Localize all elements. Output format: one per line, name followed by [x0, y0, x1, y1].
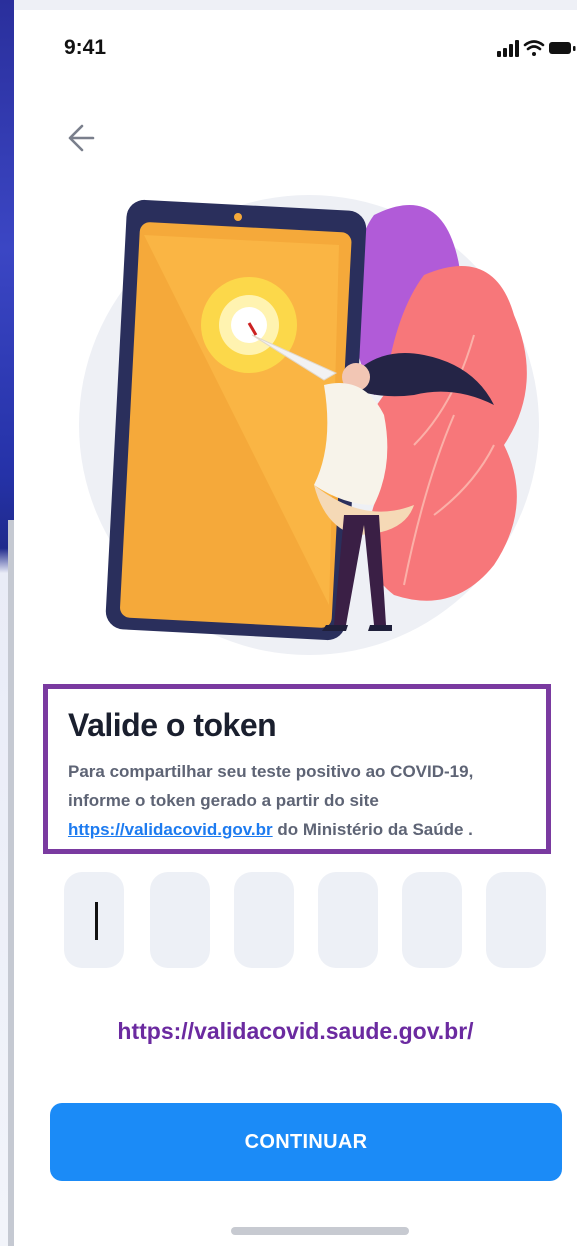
token-input-1[interactable] — [64, 872, 124, 968]
token-input-row — [64, 872, 577, 968]
token-input-4[interactable] — [318, 872, 378, 968]
continue-button[interactable]: CONTINUAR — [50, 1103, 562, 1181]
validacovid-link[interactable]: https://validacovid.gov.br — [68, 820, 273, 839]
phone-screen: 9:41 Valide o token Para compartilhar se… — [14, 10, 577, 1246]
description-text: Para compartilhar seu teste positivo ao … — [68, 762, 474, 810]
card-description: Para compartilhar seu teste positivo ao … — [68, 757, 538, 844]
description-text-end: do Ministério da Saúde . — [272, 820, 473, 839]
home-indicator — [231, 1227, 409, 1235]
text-caret — [95, 902, 98, 940]
battery-icon — [549, 42, 576, 54]
site-url-link[interactable]: https://validacovid.saude.gov.br/ — [14, 1018, 577, 1045]
token-input-3[interactable] — [234, 872, 294, 968]
illustration — [79, 195, 539, 655]
status-time: 9:41 — [64, 36, 107, 59]
status-icons — [497, 40, 576, 57]
arrow-left-icon[interactable] — [60, 120, 96, 156]
signal-icon — [497, 40, 519, 57]
token-input-6[interactable] — [486, 872, 546, 968]
page-title: Valide o token — [68, 707, 277, 743]
token-info-card: Valide o token Para compartilhar seu tes… — [43, 684, 551, 854]
token-input-2[interactable] — [150, 872, 210, 968]
token-input-5[interactable] — [402, 872, 462, 968]
wifi-icon — [523, 40, 545, 56]
top-edge — [0, 0, 577, 10]
